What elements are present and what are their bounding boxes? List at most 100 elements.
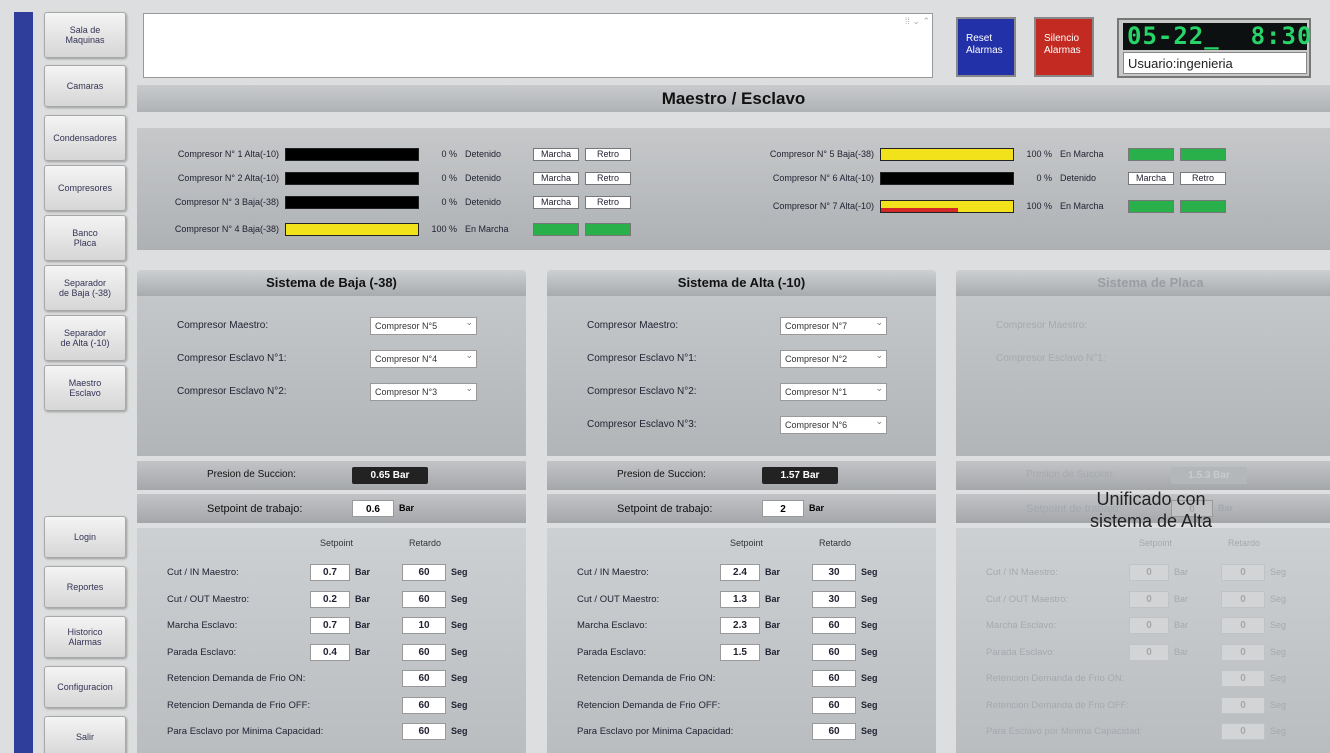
marcha-indicator[interactable]: Marcha bbox=[1128, 147, 1174, 161]
system-title: Sistema de Baja (-38) bbox=[137, 270, 526, 296]
select-label: Compresor Esclavo N°3: bbox=[587, 419, 697, 430]
compressor-dropdown[interactable]: Compresor N°3 bbox=[370, 383, 477, 401]
compressor-state: En Marcha bbox=[1060, 149, 1104, 159]
sidebar-button[interactable]: Historico Alarmas bbox=[44, 616, 126, 658]
delay-value-input[interactable]: 60 bbox=[812, 670, 856, 687]
sidebar-button[interactable]: Salir bbox=[44, 716, 126, 753]
timing-label: Retencion Demanda de Frio OFF: bbox=[986, 699, 1130, 711]
retro-indicator[interactable]: Retro bbox=[585, 195, 631, 209]
setpoint-value-input[interactable]: 0.4 bbox=[310, 643, 350, 661]
sidebar-button[interactable]: Sala de Maquinas bbox=[44, 12, 126, 58]
sidebar-button[interactable]: Separador de Alta (-10) bbox=[44, 315, 126, 361]
delay-value-input[interactable]: 60 bbox=[402, 723, 446, 740]
capacity-percent: 100 % bbox=[1026, 201, 1052, 211]
reset-alarms-button[interactable]: Reset Alarmas bbox=[956, 17, 1016, 77]
timing-row: Cut / IN Maestro: 2.4 Bar 30 Seg bbox=[547, 564, 936, 582]
delay-value-input[interactable]: 60 bbox=[402, 643, 446, 661]
sidebar-button[interactable]: Login bbox=[44, 516, 126, 558]
setpoint-value-input[interactable]: 0.7 bbox=[310, 564, 350, 581]
timing-label: Retencion Demanda de Frio OFF: bbox=[577, 699, 721, 711]
sidebar-button[interactable]: Camaras bbox=[44, 65, 126, 107]
setpoint-input[interactable]: 2 bbox=[762, 500, 804, 517]
timing-label: Cut / OUT Maestro: bbox=[577, 593, 660, 605]
suction-pressure-value: 1.57 Bar bbox=[762, 467, 838, 484]
timing-label: Retencion Demanda de Frio OFF: bbox=[167, 699, 311, 711]
delay-value-input[interactable]: 60 bbox=[812, 617, 856, 634]
setpoint-unit: Bar bbox=[355, 567, 371, 577]
marcha-indicator[interactable]: Marcha bbox=[1128, 199, 1174, 213]
capacity-bar bbox=[285, 222, 419, 236]
delay-value-input[interactable]: 60 bbox=[402, 590, 446, 608]
capacity-bar bbox=[880, 199, 1014, 213]
timing-label: Marcha Esclavo: bbox=[577, 620, 648, 631]
delay-unit: Seg bbox=[1270, 699, 1287, 710]
delay-value-input[interactable]: 60 bbox=[812, 723, 856, 740]
compressor-select-row: Compresor Esclavo N°1: Compresor N°4 bbox=[137, 349, 526, 369]
sidebar-button[interactable]: Banco Placa bbox=[44, 215, 126, 261]
capacity-bar bbox=[285, 147, 419, 161]
delay-value-input: 0 bbox=[1221, 696, 1265, 714]
scroll-controls-icon[interactable]: ⁞⁞ ⌄ ⌃ bbox=[905, 16, 930, 27]
marcha-indicator[interactable]: Marcha bbox=[533, 147, 579, 161]
delay-value-input[interactable]: 60 bbox=[402, 564, 446, 581]
delay-value-input[interactable]: 60 bbox=[812, 643, 856, 661]
setpoint-input[interactable]: 0.6 bbox=[352, 500, 394, 517]
timing-row: Cut / OUT Maestro: 0.2 Bar 60 Seg bbox=[137, 590, 526, 609]
sidebar-button[interactable]: Reportes bbox=[44, 566, 126, 608]
compressor-dropdown[interactable]: Compresor N°7 bbox=[780, 317, 887, 335]
retro-indicator[interactable]: Retro bbox=[1180, 147, 1226, 161]
setpoint-value-input: 0 bbox=[1129, 564, 1169, 581]
setpoint-value-input[interactable]: 2.4 bbox=[720, 564, 760, 581]
timing-label: Cut / IN Maestro: bbox=[577, 567, 649, 578]
retro-indicator[interactable]: Retro bbox=[585, 147, 631, 161]
delay-value-input[interactable]: 60 bbox=[402, 670, 446, 687]
compressor-select-row: Compresor Maestro: Compresor N°5 bbox=[137, 316, 526, 336]
setpoint-value-input[interactable]: 1.5 bbox=[720, 643, 760, 661]
setpoint-unit: Bar bbox=[765, 646, 781, 657]
sidebar-button[interactable]: Separador de Baja (-38) bbox=[44, 265, 126, 311]
compressor-status-panel: Compresor N° 1 Alta(-10) 0 % Detenido March… bbox=[137, 128, 1330, 250]
delay-unit: Seg bbox=[1270, 567, 1287, 577]
marcha-indicator[interactable]: Marcha bbox=[533, 171, 579, 185]
delay-value-input[interactable]: 60 bbox=[402, 696, 446, 714]
sidebar-button[interactable]: Configuracion bbox=[44, 666, 126, 708]
delay-value-input[interactable]: 30 bbox=[812, 590, 856, 608]
sidebar-button[interactable]: Condensadores bbox=[44, 115, 126, 161]
select-label: Compresor Maestro: bbox=[996, 320, 1088, 331]
alarm-message-box[interactable]: ⁞⁞ ⌄ ⌃ bbox=[143, 13, 933, 78]
delay-value-input[interactable]: 60 bbox=[812, 696, 856, 714]
timing-label: Cut / OUT Maestro: bbox=[167, 593, 250, 605]
delay-value-input[interactable]: 10 bbox=[402, 617, 446, 634]
setpoint-value-input[interactable]: 0.7 bbox=[310, 617, 350, 634]
delay-unit: Seg bbox=[451, 673, 468, 683]
capacity-bar bbox=[285, 195, 419, 209]
setpoint-value-input[interactable]: 0.2 bbox=[310, 590, 350, 608]
retro-indicator[interactable]: Retro bbox=[1180, 199, 1226, 213]
page-title: Maestro / Esclavo bbox=[137, 85, 1330, 112]
retro-indicator[interactable]: Retro bbox=[585, 222, 631, 236]
retro-indicator[interactable]: Retro bbox=[1180, 171, 1226, 185]
compressor-dropdown[interactable]: Compresor N°2 bbox=[780, 350, 887, 368]
capacity-bar bbox=[880, 147, 1014, 161]
setpoint-value-input[interactable]: 1.3 bbox=[720, 590, 760, 608]
sidebar-button[interactable]: Compresores bbox=[44, 165, 126, 211]
timing-row: Parada Esclavo: 0 Bar 0 Seg bbox=[956, 643, 1330, 662]
marcha-indicator[interactable]: Marcha bbox=[1128, 171, 1174, 185]
marcha-indicator[interactable]: Marcha bbox=[533, 222, 579, 236]
compressor-dropdown[interactable]: Compresor N°4 bbox=[370, 350, 477, 368]
retardo-column-header: Retardo bbox=[819, 538, 852, 548]
clock-panel: 05-22_ 8:30 Usuario:ingenieria bbox=[1117, 18, 1311, 78]
sidebar-button[interactable]: Maestro Esclavo bbox=[44, 365, 126, 411]
compressor-dropdown[interactable]: Compresor N°1 bbox=[780, 383, 887, 401]
delay-value-input[interactable]: 30 bbox=[812, 564, 856, 581]
suction-pressure-value: 0.65 Bar bbox=[352, 467, 428, 484]
timing-table: Setpoint Retardo Cut / IN Maestro: 2.4 Bar 30… bbox=[547, 528, 936, 753]
retro-indicator[interactable]: Retro bbox=[585, 171, 631, 185]
compressor-dropdown[interactable]: Compresor N°5 bbox=[370, 317, 477, 335]
setpoint-value-input[interactable]: 2.3 bbox=[720, 617, 760, 634]
compressor-dropdown[interactable]: Compresor N°6 bbox=[780, 416, 887, 434]
timing-label: Cut / IN Maestro: bbox=[167, 567, 239, 578]
timing-label: Parada Esclavo: bbox=[167, 646, 237, 658]
marcha-indicator[interactable]: Marcha bbox=[533, 195, 579, 209]
silence-alarms-button[interactable]: Silencio Alarmas bbox=[1034, 17, 1094, 77]
